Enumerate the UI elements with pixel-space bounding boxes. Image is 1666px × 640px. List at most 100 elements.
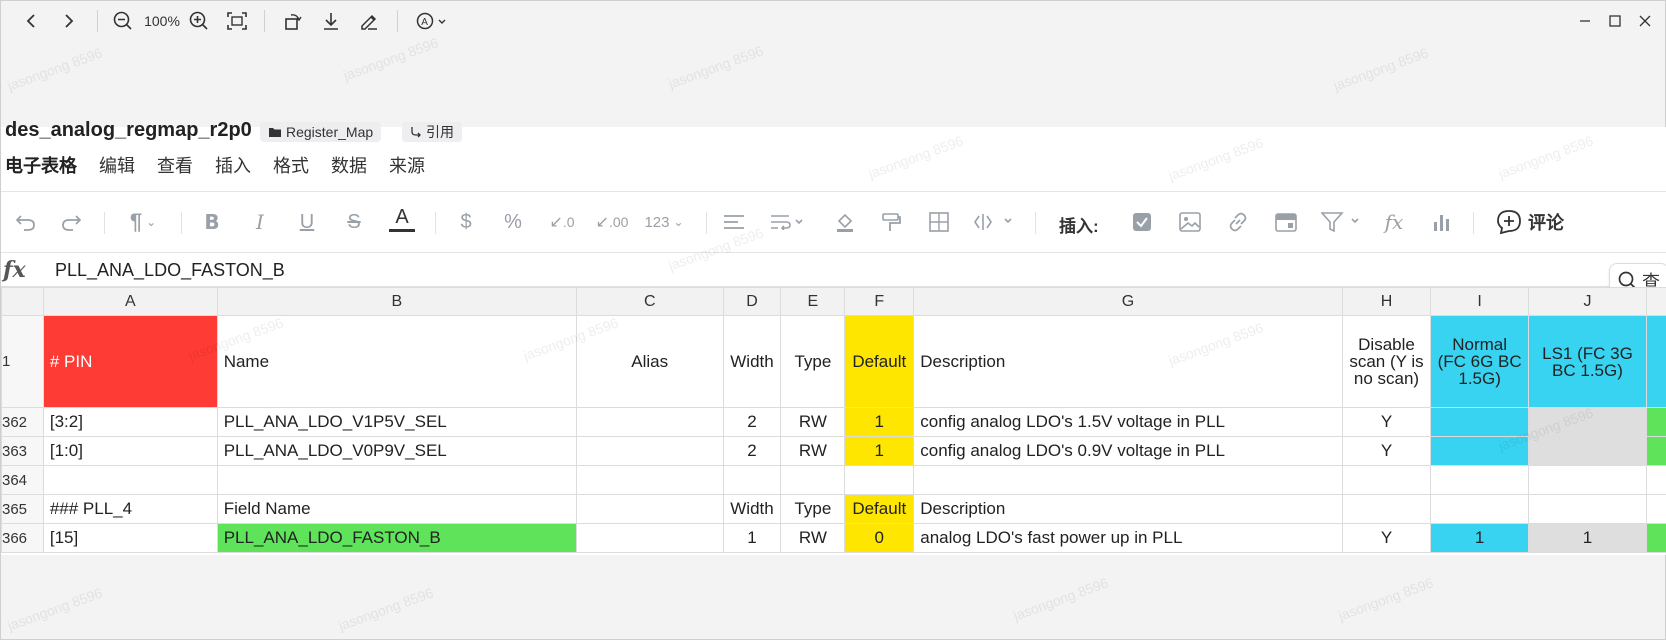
strikethrough-icon[interactable]: S xyxy=(341,206,367,238)
bold-icon[interactable]: B xyxy=(199,206,225,238)
cell-d[interactable]: 1 xyxy=(722,523,782,553)
cell-j[interactable] xyxy=(1527,494,1648,524)
cell-d[interactable]: 2 xyxy=(722,436,782,466)
cell-e[interactable]: RW xyxy=(780,523,846,553)
cell-i[interactable] xyxy=(1430,407,1529,437)
column-header-b[interactable]: B xyxy=(216,287,577,316)
cell-c[interactable] xyxy=(575,436,724,466)
column-header-g[interactable]: G xyxy=(913,287,1343,316)
cell-i[interactable] xyxy=(1430,494,1529,524)
cell-b[interactable]: PLL_ANA_LDO_V1P5V_SEL xyxy=(216,407,577,437)
cell-e1[interactable]: Type xyxy=(780,315,846,408)
cell-k[interactable] xyxy=(1646,407,1666,437)
cell-a[interactable] xyxy=(42,465,218,495)
cell-i[interactable]: 1 xyxy=(1430,523,1529,553)
cell-f[interactable]: Default xyxy=(844,494,915,524)
menu-insert[interactable]: 插入 xyxy=(215,152,251,176)
cell-k[interactable] xyxy=(1646,494,1666,524)
maximize-icon[interactable] xyxy=(1605,7,1625,35)
column-header-e[interactable]: E xyxy=(780,287,846,316)
cell-i1[interactable]: Normal (FC 6G BC 1.5G) xyxy=(1430,315,1529,408)
cell-c1[interactable]: Alias xyxy=(575,315,724,408)
cell-f[interactable]: 1 xyxy=(844,407,915,437)
cell-k[interactable] xyxy=(1646,436,1666,466)
text-wrap-icon[interactable] xyxy=(767,206,807,238)
fill-color-icon[interactable] xyxy=(831,206,859,238)
cell-f[interactable]: 1 xyxy=(844,436,915,466)
minimize-icon[interactable] xyxy=(1575,7,1595,35)
row-header[interactable]: 363 xyxy=(1,436,44,466)
cell-d1[interactable]: Width xyxy=(722,315,782,408)
cell-b1[interactable]: Name xyxy=(216,315,577,408)
cell-f1[interactable]: Default xyxy=(844,315,915,408)
edit-pen-icon[interactable] xyxy=(357,7,381,35)
cell-j[interactable]: 1 xyxy=(1527,523,1648,553)
zoom-in-icon[interactable] xyxy=(187,7,211,35)
chart-icon[interactable] xyxy=(1429,206,1455,238)
fit-screen-icon[interactable] xyxy=(225,7,249,35)
redo-icon[interactable] xyxy=(58,206,84,238)
align-left-icon[interactable] xyxy=(720,206,748,238)
format-painter-icon[interactable] xyxy=(877,206,905,238)
cell-d[interactable] xyxy=(722,465,782,495)
rotate-icon[interactable] xyxy=(281,7,305,35)
date-icon[interactable] xyxy=(1273,206,1299,238)
cell-b[interactable]: Field Name xyxy=(216,494,577,524)
row-header[interactable]: 365 xyxy=(1,494,44,524)
cell-f[interactable]: 0 xyxy=(844,523,915,553)
cell-g1[interactable]: Description xyxy=(913,315,1343,408)
link-icon[interactable] xyxy=(1225,206,1251,238)
cell-b[interactable] xyxy=(216,465,577,495)
row-header[interactable]: 362 xyxy=(1,407,44,437)
cell-c[interactable] xyxy=(575,494,724,524)
cell-a[interactable]: [3:2] xyxy=(42,407,218,437)
row-header[interactable]: 364 xyxy=(1,465,44,495)
row-header[interactable]: 366 xyxy=(1,523,44,553)
column-header-k[interactable] xyxy=(1646,287,1666,316)
column-header-c[interactable]: C xyxy=(575,287,724,316)
checkbox-icon[interactable] xyxy=(1129,206,1155,238)
cell-g[interactable] xyxy=(913,465,1343,495)
cell-h[interactable]: Y xyxy=(1341,436,1432,466)
menu-view[interactable]: 查看 xyxy=(157,152,193,176)
close-icon[interactable] xyxy=(1635,7,1655,35)
cell-g[interactable]: Description xyxy=(913,494,1343,524)
cell-a[interactable]: [1:0] xyxy=(42,436,218,466)
cell-d[interactable]: Width xyxy=(722,494,782,524)
menu-edit[interactable]: 编辑 xyxy=(99,152,135,176)
cell-k1[interactable] xyxy=(1646,315,1666,408)
text-color-icon[interactable]: A xyxy=(389,206,415,232)
merge-cells-icon[interactable] xyxy=(971,206,1017,238)
select-all-corner[interactable] xyxy=(1,287,44,316)
cell-c[interactable] xyxy=(575,465,724,495)
cell-e[interactable]: RW xyxy=(780,407,846,437)
cell-b[interactable]: PLL_ANA_LDO_V0P9V_SEL xyxy=(216,436,577,466)
cell-a[interactable]: ### PLL_4 xyxy=(42,494,218,524)
cell-a1[interactable]: # PIN xyxy=(42,315,218,408)
underline-icon[interactable]: U xyxy=(294,206,320,238)
column-header-a[interactable]: A xyxy=(42,287,218,316)
menu-format[interactable]: 格式 xyxy=(273,152,309,176)
cell-e[interactable] xyxy=(780,465,846,495)
percent-icon[interactable]: % xyxy=(500,206,526,238)
cell-g[interactable]: config analog LDO's 1.5V voltage in PLL xyxy=(913,407,1343,437)
undo-icon[interactable] xyxy=(13,206,39,238)
column-header-f[interactable]: F xyxy=(844,287,915,316)
cell-i[interactable] xyxy=(1430,436,1529,466)
cell-j[interactable] xyxy=(1527,436,1648,466)
forward-arrow-icon[interactable] xyxy=(57,7,81,35)
menu-data[interactable]: 数据 xyxy=(331,152,367,176)
folder-tag[interactable]: Register_Map xyxy=(260,122,382,142)
cell-e[interactable]: Type xyxy=(780,494,846,524)
column-header-h[interactable]: H xyxy=(1341,287,1432,316)
row-header[interactable]: 1 xyxy=(1,315,44,408)
cell-c[interactable] xyxy=(575,407,724,437)
paragraph-style-icon[interactable]: ¶ ⌄ xyxy=(123,206,163,238)
cell-h1[interactable]: Disable scan (Y is no scan) xyxy=(1341,315,1432,408)
cell-k[interactable] xyxy=(1646,523,1666,553)
cell-h[interactable] xyxy=(1341,465,1432,495)
cell-f[interactable] xyxy=(844,465,915,495)
cell-d[interactable]: 2 xyxy=(722,407,782,437)
column-header-d[interactable]: D xyxy=(722,287,782,316)
translate-icon[interactable]: A xyxy=(413,7,451,35)
